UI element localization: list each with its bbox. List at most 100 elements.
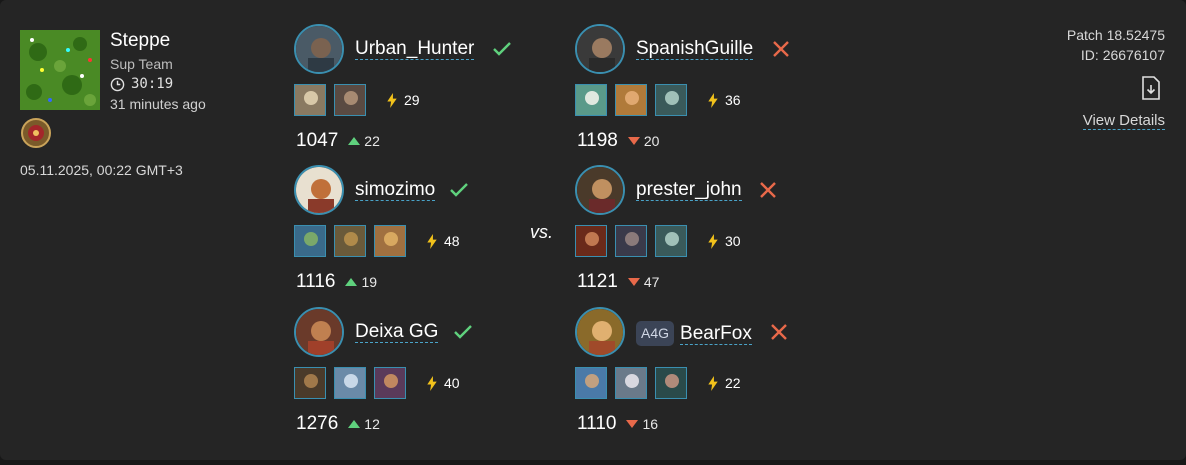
civ-icon[interactable] [655, 84, 687, 116]
elo-change: 22 [348, 133, 380, 149]
elo-change: 16 [626, 416, 658, 432]
match-card[interactable]: Steppe Sup Team 30:19 31 minutes ago 05.… [0, 0, 1186, 460]
clan-tag[interactable]: A4G [636, 321, 675, 346]
apm-value: 29 [404, 92, 420, 108]
player-name[interactable]: prester_john [636, 179, 742, 201]
team2-player-1: SpanishGuille 36 1198 20 [575, 24, 815, 160]
elo-value: 1276 [296, 413, 339, 434]
team1-player-2: simozimo 48 1116 19 [294, 165, 534, 301]
apm: 48 [426, 233, 460, 249]
apm: 22 [707, 375, 741, 391]
elo-change-value: 19 [361, 274, 378, 290]
lightning-icon [708, 92, 718, 108]
elo: 1198 20 [577, 130, 659, 152]
cross-icon [760, 182, 776, 198]
elo-change-value: 12 [364, 416, 380, 432]
elo-change-value: 16 [642, 416, 659, 432]
map-thumbnail [20, 30, 100, 110]
player-name[interactable]: Urban_Hunter [355, 38, 475, 60]
civ-list [294, 225, 406, 257]
cross-icon [773, 41, 789, 57]
civ-icon[interactable] [655, 367, 687, 399]
apm-value: 22 [725, 375, 741, 391]
civ-icon[interactable] [615, 367, 647, 399]
elo: 1116 19 [296, 271, 377, 293]
apm-value: 40 [444, 375, 460, 391]
check-icon [454, 325, 472, 339]
civ-icon[interactable] [575, 367, 607, 399]
lightning-icon [708, 233, 718, 249]
elo-change-value: 20 [643, 133, 660, 149]
map-name: Steppe [110, 30, 171, 51]
elo-value: 1121 [577, 271, 618, 292]
player-name[interactable]: simozimo [355, 179, 436, 201]
civ-icon[interactable] [334, 84, 366, 116]
apm-value: 30 [725, 233, 741, 249]
match-date: 05.11.2025, 00:22 GMT+3 [20, 162, 183, 178]
player-name-group: A4G BearFox [636, 321, 752, 346]
elo-change: 19 [345, 274, 377, 290]
lightning-icon [427, 233, 437, 249]
player-avatar[interactable] [575, 307, 625, 357]
civ-icon[interactable] [615, 225, 647, 257]
player-name[interactable]: BearFox [680, 322, 752, 345]
civ-icon[interactable] [655, 225, 687, 257]
lightning-icon [427, 375, 437, 391]
elo: 1276 12 [296, 413, 380, 435]
elo-change: 20 [627, 133, 660, 149]
game-mode: Sup Team [110, 56, 173, 72]
duration-value: 30:19 [131, 76, 174, 92]
arrow-down-icon [626, 420, 639, 428]
civ-icon[interactable] [334, 367, 366, 399]
player-avatar[interactable] [294, 307, 344, 357]
elo: 1121 47 [577, 271, 659, 293]
civ-icon[interactable] [575, 84, 607, 116]
team1-player-1: Urban_Hunter 29 1047 22 [294, 24, 534, 160]
elo-change-value: 22 [364, 133, 380, 149]
elo-value: 1116 [296, 271, 336, 292]
elo-value: 1198 [577, 130, 618, 151]
elo-value: 1047 [296, 130, 339, 151]
player-avatar[interactable] [575, 24, 625, 74]
player-avatar[interactable] [575, 165, 625, 215]
civ-list [294, 84, 366, 116]
apm: 36 [707, 92, 741, 108]
arrow-up-icon [348, 137, 361, 145]
check-icon [493, 42, 511, 56]
patch: Patch 18.52475 [1066, 27, 1165, 43]
team2-player-2: prester_john 30 1121 47 [575, 165, 815, 301]
duration: 30:19 [110, 76, 173, 92]
elo-change-value: 47 [643, 274, 660, 290]
player-avatar[interactable] [294, 165, 344, 215]
apm-value: 36 [725, 92, 741, 108]
view-details-link[interactable]: View Details [1082, 112, 1165, 130]
check-icon [450, 183, 468, 197]
civ-list [575, 225, 687, 257]
civ-icon[interactable] [294, 367, 326, 399]
player-name[interactable]: Deixa GG [355, 321, 439, 343]
elo-value: 1110 [577, 413, 617, 434]
elo: 1110 16 [577, 413, 658, 435]
lightning-icon [387, 92, 397, 108]
arrow-down-icon [627, 137, 640, 145]
civ-icon[interactable] [334, 225, 366, 257]
civ-icon[interactable] [294, 225, 326, 257]
lightning-icon [708, 375, 718, 391]
civ-list [575, 367, 687, 399]
civ-icon[interactable] [575, 225, 607, 257]
time-ago: 31 minutes ago [110, 96, 206, 112]
apm: 40 [426, 375, 460, 391]
cross-icon [771, 324, 787, 340]
arrow-up-icon [348, 420, 361, 428]
team2-player-3: A4G BearFox 22 1110 16 [575, 307, 815, 443]
player-avatar[interactable] [294, 24, 344, 74]
download-file-icon[interactable] [1140, 76, 1162, 100]
player-name[interactable]: SpanishGuille [636, 38, 754, 60]
civ-icon[interactable] [374, 225, 406, 257]
clock-icon [110, 77, 125, 91]
civ-icon[interactable] [374, 367, 406, 399]
civ-icon[interactable] [615, 84, 647, 116]
civ-icon[interactable] [294, 84, 326, 116]
apm: 29 [386, 92, 420, 108]
apm: 30 [707, 233, 741, 249]
